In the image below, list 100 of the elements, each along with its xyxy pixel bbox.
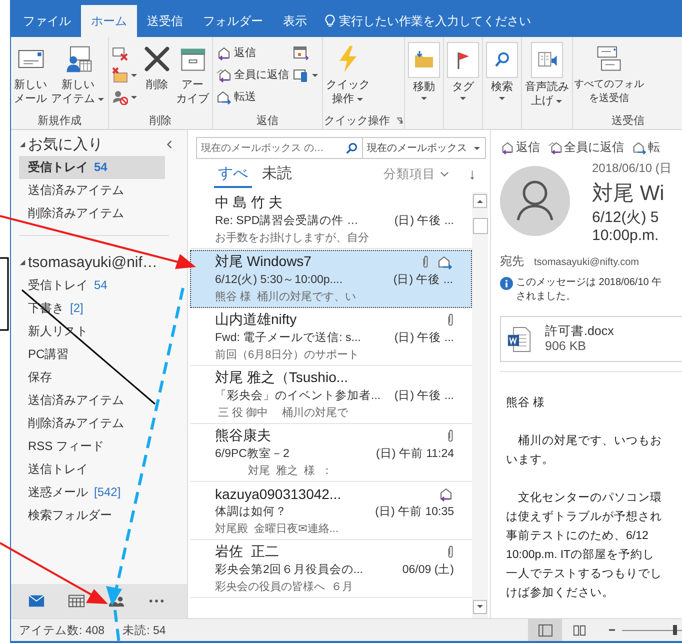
folder-item[interactable]: 削除済みアイテム <box>19 412 165 435</box>
forward-icon <box>632 140 647 154</box>
folder-group-title[interactable]: お気に入り <box>28 134 103 154</box>
paperclip-icon <box>447 545 454 559</box>
sort-order-button[interactable]: ↓ <box>462 164 482 184</box>
reply-action-button[interactable]: 全員に返信 <box>548 138 624 156</box>
normal-view-button[interactable] <box>528 619 562 641</box>
caret-icon <box>420 94 428 102</box>
message-subject: 6/12(火) 5 <box>592 209 660 227</box>
body-text: は使えずトラブルが予想され <box>506 511 662 523</box>
account-title[interactable]: tsomasayuki@nif… <box>28 254 158 270</box>
word-document-icon <box>507 326 531 352</box>
folder-item[interactable]: 検索フォルダー <box>19 504 165 527</box>
group-label: 返信 <box>256 114 278 128</box>
ribbon-button[interactable]: 削除 <box>140 40 174 112</box>
ribbon-tab[interactable]: ホーム <box>81 5 137 37</box>
ribbon-button[interactable]: アー カイブ <box>174 40 211 112</box>
body-text: 文化センターのパソコン環 <box>517 492 662 504</box>
calendar-icon <box>68 594 84 608</box>
reply-action-button[interactable]: 転 <box>632 138 660 156</box>
zoom-thumb[interactable] <box>672 625 677 635</box>
recipient-address: tsomasayuki@nifty.com <box>534 257 639 268</box>
forward-icon <box>216 88 232 104</box>
expand-icon[interactable] <box>19 140 26 148</box>
ribbon-button[interactable]: タグ <box>445 40 481 112</box>
ribbon-button[interactable]: 新しい アイテム <box>49 40 107 112</box>
scroll-down-icon[interactable] <box>473 600 487 614</box>
body-text: 一人でテストするつもりでし <box>506 568 662 580</box>
envelope-x-icon <box>112 44 128 60</box>
ribbon-button[interactable]: 移動 <box>406 40 442 112</box>
body-text: 事前テストにのため、6/12 <box>506 530 648 542</box>
ribbon-button[interactable]: 返信 <box>214 42 291 63</box>
folder-item[interactable]: 迷惑メール [542] <box>19 481 165 504</box>
ribbon-button[interactable]: 転送 <box>214 86 291 107</box>
body-text: 熊谷 様 <box>506 397 546 409</box>
chevron-left-icon[interactable] <box>166 140 173 148</box>
attachment-size: 906 KB <box>545 339 588 354</box>
ribbon-button[interactable]: すべてのフォル を送受信 <box>574 40 644 112</box>
info-icon <box>500 277 513 290</box>
folder-item[interactable]: 削除済みアイテム <box>19 202 165 225</box>
ribbon-button[interactable]: 音声読み 上げ <box>523 40 571 112</box>
ribbon-button[interactable]: 検索 <box>484 40 520 112</box>
ribbon-button[interactable]: クイック 操作 <box>324 40 372 112</box>
item-count: アイテム数: 408 <box>19 624 105 638</box>
message-date: 2018/06/10 (日 <box>592 160 672 177</box>
folder-item[interactable]: 送信トレイ <box>19 458 165 481</box>
ribbon-tab[interactable]: 表示 <box>273 5 317 37</box>
caret-icon <box>459 94 467 102</box>
search-field[interactable]: 現在のメールボックス の… <box>197 138 363 158</box>
folder-item[interactable]: RSS フィード <box>19 435 165 458</box>
reply-all-icon <box>548 140 563 154</box>
body-text: 10:00p.m. ITの部屋を予約し <box>506 549 655 561</box>
sort-dropdown[interactable]: 分類項目 <box>378 164 454 184</box>
zoom-slider[interactable] <box>622 623 682 637</box>
ribbon-button[interactable]: 全員に返信 <box>214 64 291 85</box>
group-label: 削除 <box>150 114 172 128</box>
reply-action-button[interactable]: 返信 <box>500 138 540 156</box>
message-item[interactable]: 対尾 Windows7 6/12(火) 5:30～10:00p.... (日) 午後 ... 熊谷 様 桶川の対尾です、い <box>190 250 472 308</box>
chevron-down-icon <box>440 171 448 177</box>
attachment-card[interactable]: 許可書.docx 906 KB <box>500 316 682 362</box>
delete-icon <box>142 44 172 74</box>
dialog-launcher-icon[interactable] <box>396 116 403 124</box>
book-icon <box>572 624 586 636</box>
calendar-icon <box>293 44 309 60</box>
caret-icon <box>97 95 105 103</box>
folder-item[interactable]: 送信済みアイテム <box>19 179 165 202</box>
ribbon-tab[interactable]: 送受信 <box>137 5 193 37</box>
scroll-thumb[interactable] <box>472 218 488 234</box>
envelope-icon <box>28 594 44 608</box>
scrollbar[interactable] <box>472 192 488 618</box>
filter-tab[interactable]: すべ <box>214 160 252 188</box>
group-label: クイック操作 <box>324 114 390 128</box>
filter-tab[interactable]: 未読 <box>258 160 296 188</box>
folder-item[interactable]: PC講習 <box>19 343 165 366</box>
reply-all-icon <box>216 66 232 82</box>
body-text: います。 <box>506 454 554 466</box>
caret-icon <box>555 97 563 105</box>
ribbon-tab[interactable]: ファイル <box>13 5 81 37</box>
caret-icon <box>356 95 364 103</box>
group-label: 新規作成 <box>38 114 82 128</box>
folder-item[interactable]: 保存 <box>19 366 165 389</box>
info-text: このメッセージは 2018/06/10 午 <box>516 276 662 290</box>
folder-item[interactable]: 受信トレイ 54 <box>19 274 165 297</box>
scroll-up-icon[interactable] <box>473 194 487 208</box>
reply-icon <box>500 140 515 154</box>
tell-me-field[interactable]: 実行したい作業を入力してください <box>317 5 531 37</box>
ribbon-button[interactable]: 新しい メール <box>12 40 49 112</box>
unread-count: 未読: 54 <box>122 624 166 638</box>
ribbon-tab[interactable]: フォルダー <box>193 5 273 37</box>
expand-icon[interactable] <box>19 258 26 266</box>
pane-layout-icon <box>538 624 552 636</box>
folder-item[interactable]: 受信トレイ 54 <box>19 156 165 179</box>
folder-item[interactable]: 送信済みアイテム <box>19 389 165 412</box>
body-text: 桶川の対尾です、いつもお <box>517 435 662 447</box>
message-subject: 10:00p.m. <box>592 227 660 245</box>
body-text: けば参加ください。 <box>506 587 614 599</box>
caret-icon <box>473 144 481 152</box>
paperclip-icon <box>447 429 454 443</box>
group-label: 送受信 <box>612 114 644 128</box>
lightbulb-icon <box>325 14 335 28</box>
